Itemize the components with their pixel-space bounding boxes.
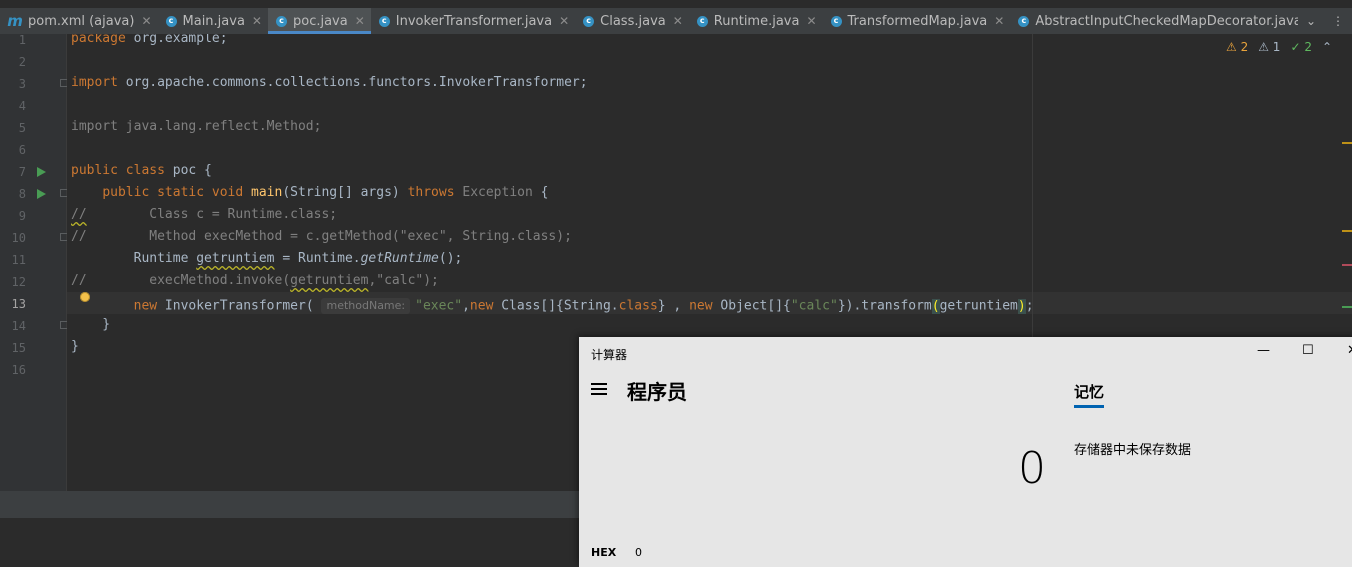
tab-abstractinputcheckedmapdecorator-java[interactable]: cAbstractInputCheckedMapDecorator.java✕ (1010, 8, 1298, 34)
java-abstract-class-icon: c (1018, 15, 1030, 27)
tab-label: Runtime.java (713, 13, 800, 29)
inspection-widget[interactable]: ⚠ 2 ⚠ 1 ✓ 2 ⌃ (1226, 40, 1332, 54)
code-line-5: import java.lang.reflect.Method; (71, 119, 322, 134)
line-number: 11 (11, 253, 26, 267)
tab-label: poc.java (292, 13, 348, 29)
close-tab-icon[interactable]: ✕ (994, 14, 1004, 28)
java-class-icon: c (830, 15, 842, 27)
close-tab-icon[interactable]: ✕ (252, 14, 262, 28)
line-number: 1 (18, 33, 26, 47)
java-class-icon: c (583, 15, 595, 27)
close-tab-icon[interactable]: ✕ (141, 14, 151, 28)
code-line-15: } (71, 339, 79, 354)
tab-main-java[interactable]: c Main.java ✕ (158, 8, 268, 34)
run-class-icon[interactable] (37, 167, 46, 177)
tab-bar-actions: ⌄ ⋮ (1298, 8, 1352, 34)
hex-label[interactable]: HEX (591, 546, 616, 559)
line-number: 3 (18, 77, 26, 91)
memory-tab-underline (1074, 405, 1104, 408)
code-line-3: import org.apache.commons.collections.fu… (71, 75, 588, 90)
intention-bulb-icon[interactable] (80, 292, 90, 302)
run-main-icon[interactable] (37, 189, 46, 199)
editor-tab-bar: m pom.xml (ajava) ✕ c Main.java ✕ c poc.java ✕ c I… (0, 8, 1352, 35)
java-class-icon: c (378, 15, 390, 27)
code-line-1: package org.example; (71, 34, 228, 46)
tab-class-java[interactable]: c Class.java ✕ (575, 8, 689, 34)
line-number: 8 (18, 187, 26, 201)
memory-empty-message: 存储器中未保存数据 (1074, 443, 1192, 458)
tab-invokertransformer-java[interactable]: c InvokerTransformer.java ✕ (371, 8, 575, 34)
more-icon[interactable]: ⋮ (1332, 14, 1344, 28)
chevron-up-icon[interactable]: ⌃ (1322, 40, 1332, 54)
close-tab-icon[interactable]: ✕ (355, 14, 365, 28)
line-number: 12 (11, 275, 26, 289)
tab-label: AbstractInputCheckedMapDecorator.java (1035, 13, 1298, 29)
change-stripe[interactable] (1342, 264, 1352, 266)
memory-tab[interactable]: 记忆 (1074, 381, 1104, 402)
java-class-icon: c (165, 15, 177, 27)
line-number: 5 (18, 121, 26, 135)
close-tab-icon[interactable]: ✕ (806, 14, 816, 28)
line-number: 7 (18, 165, 26, 179)
close-tab-icon[interactable]: ✕ (673, 14, 683, 28)
line-number: 14 (11, 319, 26, 333)
warning-count: ⚠ 2 (1226, 40, 1249, 54)
line-number: 13 (11, 297, 26, 311)
weak-warning-count: ⚠ 1 (1258, 40, 1281, 54)
chevron-down-icon[interactable]: ⌄ (1306, 14, 1316, 28)
tab-label: InvokerTransformer.java (395, 13, 553, 29)
calculator-window[interactable]: 计算器 — ☐ ✕ 程序员 0 记忆 存储器中未保存数据 HEX 0 (579, 337, 1352, 567)
line-number: 4 (18, 99, 26, 113)
line-number: 9 (18, 209, 26, 223)
maximize-button[interactable]: ☐ (1302, 343, 1314, 358)
tab-runtime-java[interactable]: c Runtime.java ✕ (689, 8, 823, 34)
code-line-12: // execMethod.invoke(getruntiem,"calc"); (71, 273, 439, 288)
tab-transformedmap-java[interactable]: c TransformedMap.java ✕ (823, 8, 1011, 34)
parameter-hint: methodName: (321, 298, 411, 314)
tab-poc-java[interactable]: c poc.java ✕ (267, 8, 371, 34)
close-button[interactable]: ✕ (1347, 343, 1352, 358)
calculator-title: 计算器 (591, 348, 628, 362)
calculator-mode: 程序员 (627, 380, 687, 404)
tab-label: pom.xml (ajava) (28, 13, 135, 29)
close-tab-icon[interactable]: ✕ (559, 14, 569, 28)
line-number: 2 (18, 55, 26, 69)
line-number: 16 (11, 363, 26, 377)
calculator-display: 0 (1018, 443, 1046, 494)
tab-label: TransformedMap.java (847, 13, 988, 29)
line-number: 10 (11, 231, 26, 245)
change-stripe[interactable] (1342, 306, 1352, 308)
tab-label: Class.java (600, 13, 666, 29)
tab-list: m pom.xml (ajava) ✕ c Main.java ✕ c poc.java ✕ c I… (0, 8, 1298, 34)
tab-label: Main.java (182, 13, 245, 29)
typo-count: ✓ 2 (1290, 40, 1312, 54)
hamburger-menu-icon[interactable] (591, 383, 607, 398)
maven-icon: m (7, 11, 23, 30)
java-class-icon: c (275, 15, 287, 27)
code-line-13: new InvokerTransformer( methodName: "exec… (133, 298, 1034, 314)
hex-value: 0 (635, 546, 642, 559)
warning-stripe[interactable] (1342, 230, 1352, 232)
minimize-button[interactable]: — (1257, 343, 1270, 358)
line-number: 15 (11, 341, 26, 355)
editor-gutter: 1 2 3 4 5 6 7 8 9 10 11 12 13 14 15 16 (0, 34, 68, 491)
tab-pom-xml-ajava[interactable]: m pom.xml (ajava) ✕ (0, 8, 158, 34)
java-class-icon: c (696, 15, 708, 27)
warning-stripe[interactable] (1342, 142, 1352, 144)
line-numbers: 1 2 3 4 5 6 7 8 9 10 11 12 13 14 15 16 (0, 34, 30, 386)
line-number: 6 (18, 143, 26, 157)
